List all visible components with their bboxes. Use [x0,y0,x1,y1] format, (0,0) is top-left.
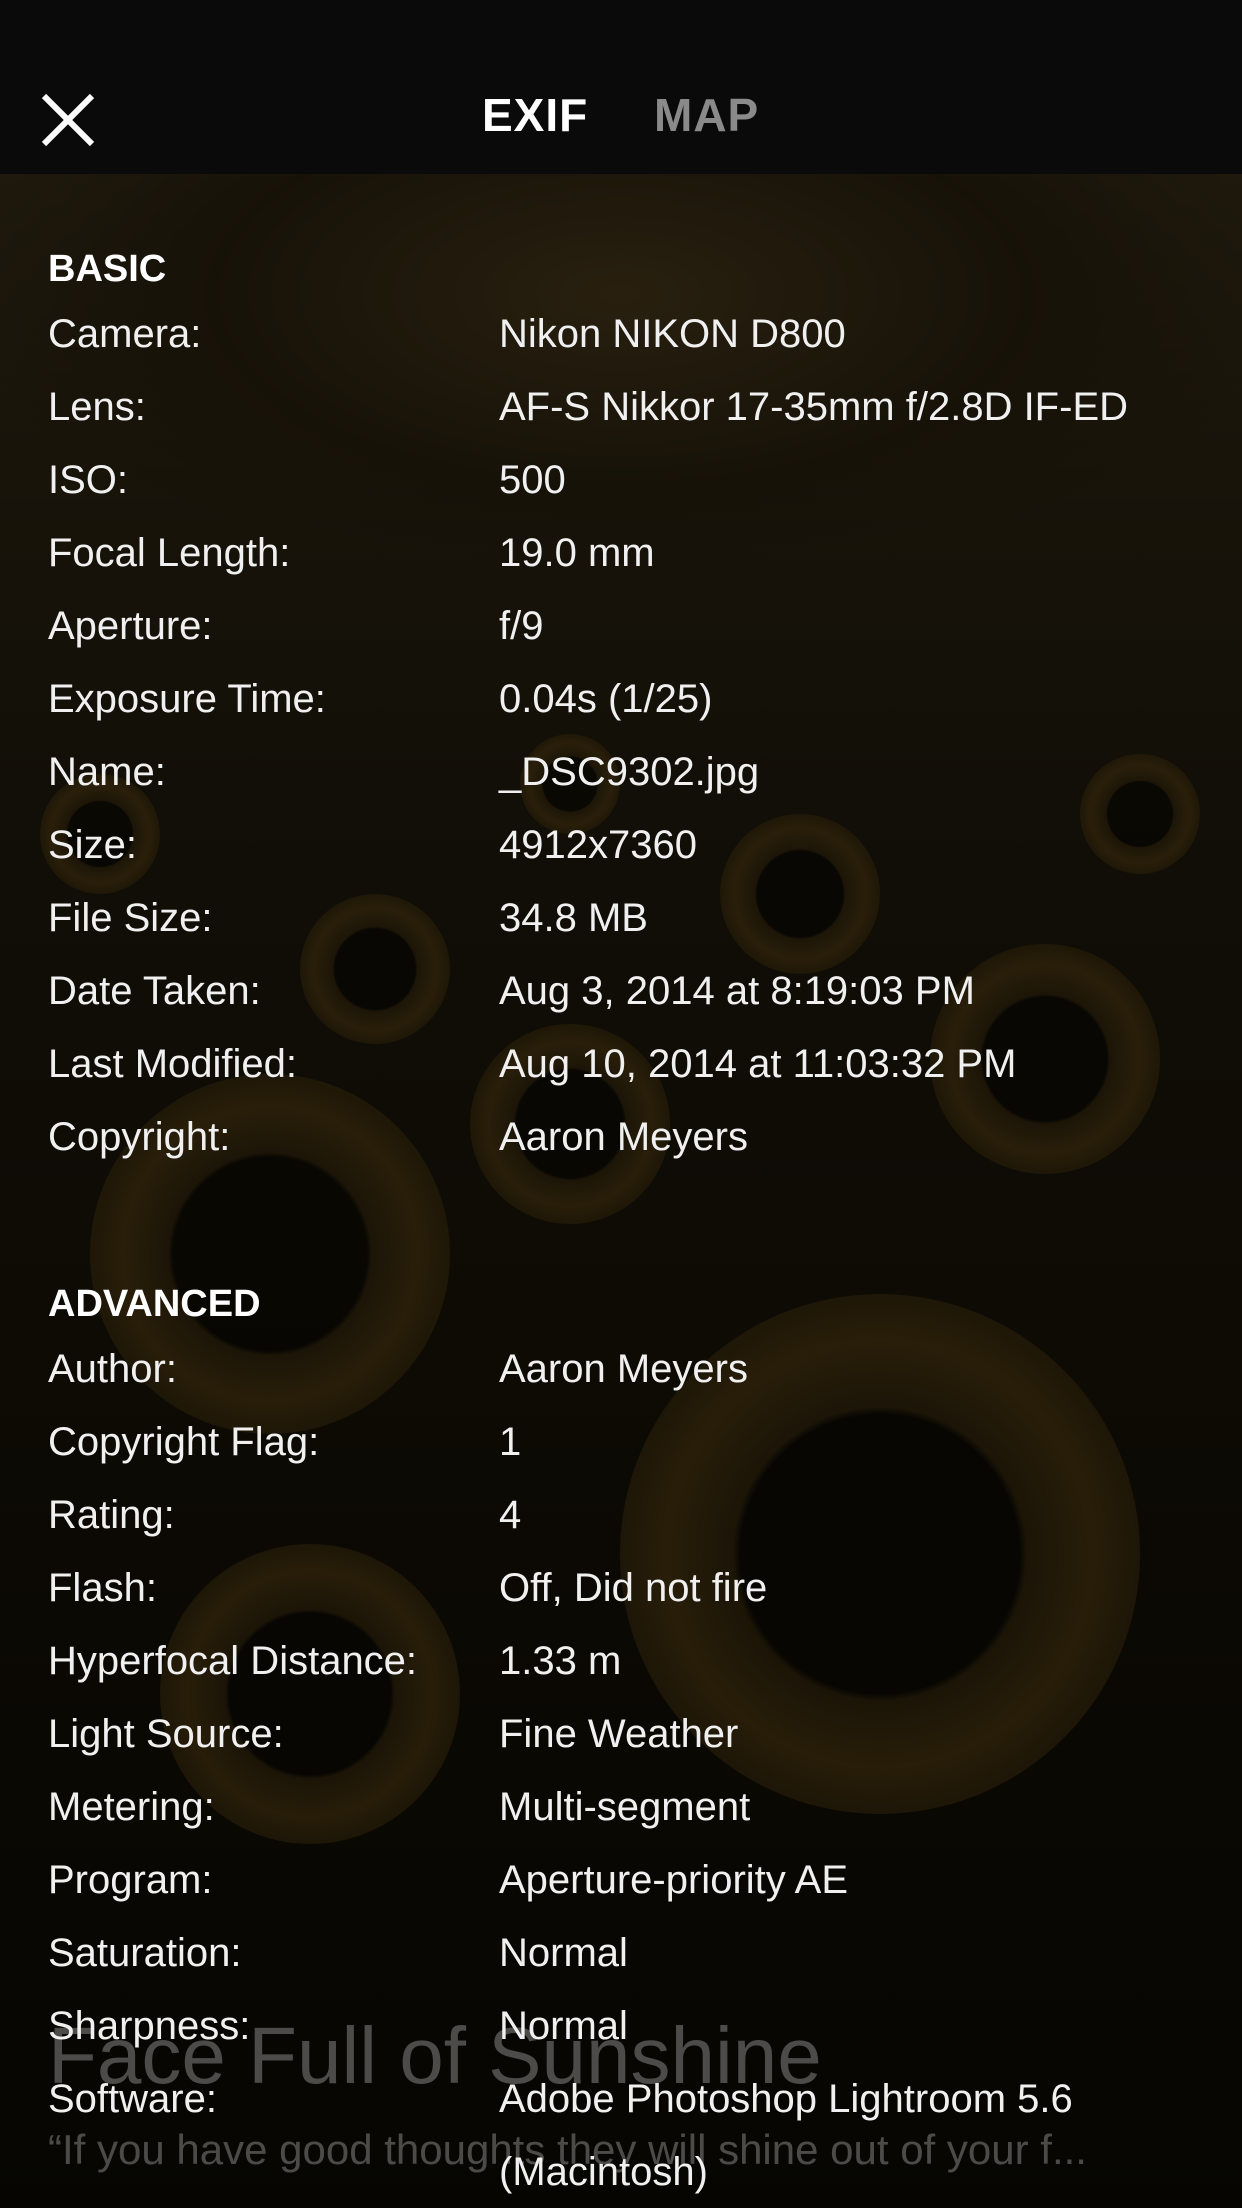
row-value: Normal [499,1931,628,1975]
row-value: _DSC9302.jpg [499,750,760,794]
row-flash: Flash: Off, Did not fire [48,1552,1218,1625]
row-value: 0.04s (1/25) [499,677,713,721]
close-button[interactable] [38,90,98,150]
row-value: Aaron Meyers [499,1347,748,1391]
row-label: Hyperfocal Distance: [48,1639,418,1683]
row-metering: Metering: Multi-segment [48,1771,1218,1844]
row-value: Multi-segment [499,1785,751,1829]
row-label: Name: [48,750,166,794]
row-value: Nikon NIKON D800 [499,312,846,356]
row-last-modified: Last Modified: Aug 10, 2014 at 11:03:32 P… [48,1028,1218,1101]
row-label: Rating: [48,1493,175,1537]
row-date-taken: Date Taken: Aug 3, 2014 at 8:19:03 PM [48,955,1218,1028]
row-value: Aug 3, 2014 at 8:19:03 PM [499,969,975,1013]
row-label: Metering: [48,1785,215,1829]
row-label: Flash: [48,1566,157,1610]
row-software: Software: Adobe Photoshop Lightroom 5.6 (… [48,2063,1218,2208]
row-light-source: Light Source: Fine Weather [48,1698,1218,1771]
row-label: Author: [48,1347,177,1391]
row-saturation: Saturation: Normal [48,1917,1218,1990]
row-label: Sharpness: [48,2004,251,2048]
tab-map[interactable]: MAP [654,88,759,142]
section-title-basic: BASIC [48,248,167,290]
row-label: Lens: [48,385,146,429]
close-icon [41,93,95,147]
row-value: Aug 10, 2014 at 11:03:32 PM [499,1042,1017,1086]
row-value: Aaron Meyers [499,1115,748,1159]
row-value: f/9 [499,604,544,648]
row-label: Copyright: [48,1115,231,1159]
row-value: Adobe Photoshop Lightroom 5.6 (Macintosh… [499,2077,1073,2194]
row-file-size: File Size: 34.8 MB [48,882,1218,955]
row-value: 19.0 mm [499,531,655,575]
row-copyright: Copyright: Aaron Meyers [48,1101,1218,1174]
row-label: ISO: [48,458,129,502]
row-label: Copyright Flag: [48,1420,320,1464]
row-label: Size: [48,823,137,867]
row-label: Camera: [48,312,202,356]
row-label: File Size: [48,896,213,940]
row-aperture: Aperture: f/9 [48,590,1218,663]
row-program: Program: Aperture-priority AE [48,1844,1218,1917]
row-value: 500 [499,458,566,502]
row-size: Size: 4912x7360 [48,809,1218,882]
section-title-advanced: ADVANCED [48,1283,261,1325]
tab-exif[interactable]: EXIF [482,88,588,142]
row-value: 1 [499,1420,522,1464]
row-hyperfocal-distance: Hyperfocal Distance: 1.33 m [48,1625,1218,1698]
row-value: 4912x7360 [499,823,697,867]
row-label: Aperture: [48,604,213,648]
row-label: Exposure Time: [48,677,326,721]
row-label: Saturation: [48,1931,242,1975]
row-author: Author: Aaron Meyers [48,1333,1218,1406]
row-lens: Lens: AF-S Nikkor 17-35mm f/2.8D IF-ED [48,371,1218,444]
row-focal-length: Focal Length: 19.0 mm [48,517,1218,590]
row-label: Software: [48,2077,217,2121]
row-value: 4 [499,1493,522,1537]
exif-content: BASIC Camera: Nikon NIKON D800 Lens: AF-S … [48,240,1218,2208]
row-value: Fine Weather [499,1712,739,1756]
row-label: Focal Length: [48,531,291,575]
row-sharpness: Sharpness: Normal [48,1990,1218,2063]
row-value: Off, Did not fire [499,1566,768,1610]
row-value: Normal [499,2004,628,2048]
row-exposure-time: Exposure Time: 0.04s (1/25) [48,663,1218,736]
row-iso: ISO: 500 [48,444,1218,517]
row-value: Aperture-priority AE [499,1858,849,1902]
row-name: Name: _DSC9302.jpg [48,736,1218,809]
row-label: Date Taken: [48,969,261,1013]
row-value: 34.8 MB [499,896,648,940]
row-label: Last Modified: [48,1042,298,1086]
row-label: Light Source: [48,1712,284,1756]
row-value: AF-S Nikkor 17-35mm f/2.8D IF-ED [499,385,1129,429]
row-copyright-flag: Copyright Flag: 1 [48,1406,1218,1479]
top-bar: EXIF MAP [0,0,1242,174]
row-rating: Rating: 4 [48,1479,1218,1552]
row-camera: Camera: Nikon NIKON D800 [48,298,1218,371]
row-value: 1.33 m [499,1639,622,1683]
row-label: Program: [48,1858,213,1902]
